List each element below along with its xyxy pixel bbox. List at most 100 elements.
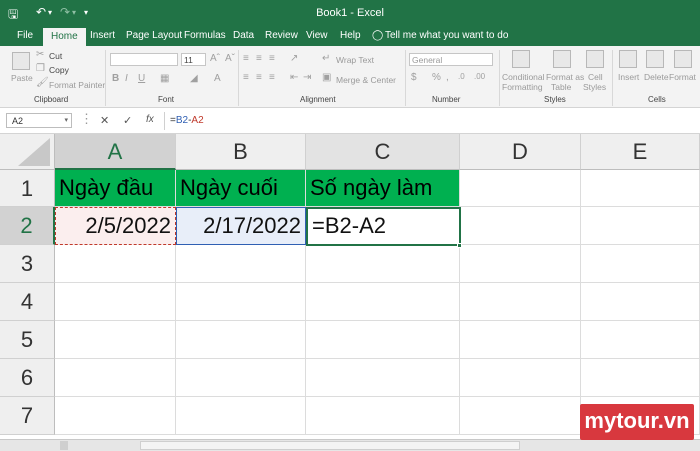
horizontal-scrollbar[interactable] [140, 441, 520, 450]
increase-decimal-icon[interactable]: .0 [458, 72, 465, 81]
tab-help[interactable]: Help [340, 29, 361, 46]
italic-button[interactable]: I [125, 73, 128, 84]
format-painter-button[interactable]: Format Painter [49, 80, 105, 90]
cell-e3[interactable] [581, 245, 700, 283]
cell-d6[interactable] [460, 359, 581, 397]
font-name-box[interactable] [110, 53, 178, 66]
cell-e2[interactable] [581, 207, 700, 245]
tell-me-box[interactable]: Tell me what you want to do [385, 29, 508, 46]
paste-icon[interactable] [12, 52, 30, 70]
tab-home[interactable]: Home [43, 28, 86, 46]
conditional-formatting-button[interactable]: Conditional [502, 72, 545, 82]
bold-button[interactable]: B [112, 73, 119, 84]
tab-formulas[interactable]: Formulas [184, 29, 226, 46]
accounting-icon[interactable]: $ [411, 72, 417, 83]
wrap-text-button[interactable]: Wrap Text [336, 55, 374, 65]
align-middle-icon[interactable]: ≡ [256, 53, 262, 64]
copy-button[interactable]: Copy [49, 65, 69, 75]
tab-insert[interactable]: Insert [90, 29, 115, 46]
paste-button[interactable]: Paste [11, 73, 33, 83]
cell-styles-button[interactable]: Cell [588, 72, 603, 82]
delete-cells-button[interactable]: Delete [644, 72, 669, 82]
column-header-d[interactable]: D [460, 134, 581, 170]
row-header-7[interactable]: 7 [0, 397, 55, 435]
orientation-icon[interactable]: ↗ [290, 53, 298, 64]
fill-color-icon[interactable]: ◢ [190, 73, 198, 84]
cell-d4[interactable] [460, 283, 581, 321]
tab-page-layout[interactable]: Page Layout [126, 29, 182, 46]
cell-b1[interactable]: Ngày cuối [176, 170, 306, 207]
cell-b4[interactable] [176, 283, 306, 321]
cell-e6[interactable] [581, 359, 700, 397]
decrease-decimal-icon[interactable]: .00 [474, 72, 485, 81]
align-top-icon[interactable]: ≡ [243, 53, 249, 64]
cell-a1[interactable]: Ngày đầu [55, 170, 176, 207]
cell-c6[interactable] [306, 359, 460, 397]
cell-c5[interactable] [306, 321, 460, 359]
align-right-icon[interactable]: ≡ [269, 72, 275, 83]
cancel-button[interactable]: ✕ [100, 114, 109, 127]
row-header-6[interactable]: 6 [0, 359, 55, 397]
cell-e1[interactable] [581, 170, 700, 207]
tab-view[interactable]: View [306, 29, 328, 46]
increase-indent-icon[interactable]: ⇥ [303, 72, 311, 83]
cell-b3[interactable] [176, 245, 306, 283]
cell-a4[interactable] [55, 283, 176, 321]
decrease-indent-icon[interactable]: ⇤ [290, 72, 298, 83]
shrink-font-icon[interactable]: Aˇ [225, 53, 235, 64]
cell-b5[interactable] [176, 321, 306, 359]
cell-c1[interactable]: Số ngày làm [306, 170, 460, 207]
cell-a5[interactable] [55, 321, 176, 359]
comma-button[interactable]: , [446, 72, 449, 83]
cell-b2[interactable]: 2/17/2022 [176, 207, 306, 245]
formula-input[interactable]: =B2-A2 [170, 115, 204, 126]
row-header-2[interactable]: 2 [0, 207, 55, 245]
column-header-b[interactable]: B [176, 134, 306, 170]
tab-review[interactable]: Review [265, 29, 298, 46]
cell-d3[interactable] [460, 245, 581, 283]
font-color-icon[interactable]: A [214, 73, 221, 84]
cell-d7[interactable] [460, 397, 581, 435]
cell-c7[interactable] [306, 397, 460, 435]
cell-c4[interactable] [306, 283, 460, 321]
select-all-button[interactable] [0, 134, 55, 170]
row-header-1[interactable]: 1 [0, 170, 55, 207]
insert-function-button[interactable]: fx [146, 114, 154, 125]
cell-a6[interactable] [55, 359, 176, 397]
row-header-4[interactable]: 4 [0, 283, 55, 321]
format-cells-button[interactable]: Format [669, 72, 696, 82]
number-format-box[interactable]: General [409, 53, 493, 66]
borders-icon[interactable]: ▦ [160, 73, 169, 84]
cell-d1[interactable] [460, 170, 581, 207]
name-box-dropdown-icon[interactable]: ▾ [64, 116, 68, 124]
column-header-c[interactable]: C [306, 134, 460, 170]
cell-e5[interactable] [581, 321, 700, 359]
align-bottom-icon[interactable]: ≡ [269, 53, 275, 64]
conditional-formatting-button-line2[interactable]: Formatting [502, 82, 543, 92]
align-left-icon[interactable]: ≡ [243, 72, 249, 83]
cell-styles-button-line2[interactable]: Styles [583, 82, 606, 92]
cell-e4[interactable] [581, 283, 700, 321]
cell-a2[interactable]: 2/5/2022 [55, 207, 176, 245]
fill-handle[interactable] [457, 243, 462, 248]
cell-a3[interactable] [55, 245, 176, 283]
tab-file[interactable]: File [17, 29, 33, 46]
name-box[interactable]: A2 ▾ [6, 113, 72, 128]
column-header-e[interactable]: E [581, 134, 700, 170]
scrollbar-handle[interactable] [60, 441, 68, 450]
cell-b6[interactable] [176, 359, 306, 397]
underline-button[interactable]: U [138, 73, 145, 84]
enter-button[interactable]: ✓ [123, 114, 132, 127]
row-header-3[interactable]: 3 [0, 245, 55, 283]
cell-c3[interactable] [306, 245, 460, 283]
format-as-table-button-line2[interactable]: Table [551, 82, 571, 92]
align-center-icon[interactable]: ≡ [256, 72, 262, 83]
format-as-table-button[interactable]: Format as [546, 72, 584, 82]
cell-b7[interactable] [176, 397, 306, 435]
cell-d5[interactable] [460, 321, 581, 359]
formula-bar-splitter-icon[interactable]: ⋮ [80, 111, 93, 127]
cell-a7[interactable] [55, 397, 176, 435]
percent-button[interactable]: % [432, 72, 441, 83]
cell-c2[interactable]: =B2-A2 [306, 207, 461, 246]
merge-center-button[interactable]: Merge & Center [336, 75, 396, 85]
